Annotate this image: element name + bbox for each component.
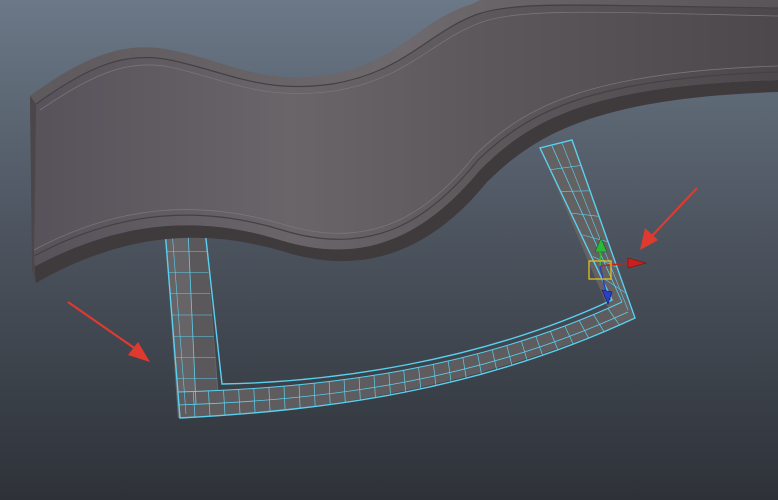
viewport-canvas[interactable] [0, 0, 778, 500]
3d-viewport[interactable] [0, 0, 778, 500]
